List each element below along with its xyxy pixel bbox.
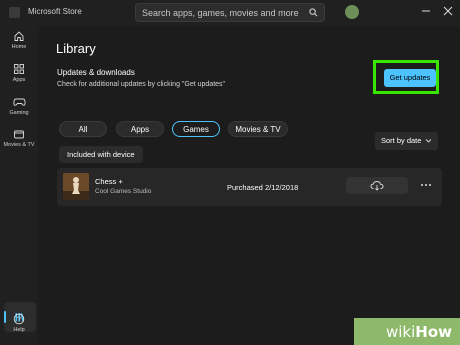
library-item-row[interactable]: Chess + Cool Games Studio Purchased 2/12… (57, 168, 442, 206)
search-box[interactable] (135, 3, 325, 22)
download-button[interactable] (346, 177, 408, 194)
apps-icon (14, 64, 24, 74)
sidebar: Home Apps Gaming Movies & TV ? Help (0, 26, 38, 345)
chess-app-icon (63, 173, 89, 200)
home-icon (14, 31, 24, 41)
sidebar-item-label: Movies & TV (3, 142, 35, 148)
sidebar-item-gaming[interactable]: Gaming (0, 96, 38, 124)
filter-all[interactable]: All (59, 121, 107, 137)
sidebar-item-movies-tv[interactable]: Movies & TV (0, 128, 38, 156)
app-title: Microsoft Store (28, 7, 82, 16)
sidebar-item-label: Home (11, 44, 27, 50)
chevron-down-icon (425, 139, 432, 143)
movies-icon (14, 130, 24, 139)
get-updates-button[interactable]: Get updates (384, 69, 436, 87)
included-with-device-filter[interactable]: Included with device (59, 146, 143, 163)
filter-movies-tv[interactable]: Movies & TV (228, 121, 288, 137)
sidebar-item-label: Gaming (9, 110, 29, 116)
wikihow-logo: wikiHow (385, 323, 452, 341)
help-icon: ? (13, 313, 25, 325)
sidebar-item-label: Apps (12, 77, 26, 83)
filter-games[interactable]: Games (172, 121, 220, 137)
updates-title: Updates & downloads (57, 68, 135, 77)
app-name: Chess + (95, 177, 123, 186)
updates-description: Check for additional updates by clicking… (57, 81, 226, 88)
sidebar-item-apps[interactable]: Apps (0, 63, 38, 91)
title-bar: Microsoft Store (0, 0, 460, 26)
page-title: Library (56, 41, 96, 56)
minimize-icon[interactable] (418, 3, 434, 19)
wikihow-watermark: wikiHow (354, 318, 460, 345)
search-input[interactable] (142, 6, 302, 19)
sort-label: Sort by date (381, 136, 422, 145)
main-content: Library Updates & downloads Check for ad… (38, 26, 460, 345)
search-icon[interactable] (309, 8, 318, 17)
svg-text:?: ? (17, 316, 21, 323)
purchase-date: Purchased 2/12/2018 (227, 183, 299, 192)
more-options-icon[interactable] (419, 178, 433, 192)
cloud-download-icon (370, 181, 384, 191)
store-icon (9, 7, 20, 18)
app-developer: Cool Games Studio (95, 188, 152, 195)
sidebar-item-label: Help (13, 327, 25, 333)
close-icon[interactable] (440, 3, 456, 19)
filter-apps[interactable]: Apps (116, 121, 164, 137)
gaming-icon (12, 98, 26, 106)
sidebar-item-home[interactable]: Home (0, 30, 38, 58)
sidebar-item-help[interactable]: ? Help (0, 313, 38, 341)
sort-dropdown[interactable]: Sort by date (375, 132, 438, 150)
avatar[interactable] (345, 5, 359, 19)
